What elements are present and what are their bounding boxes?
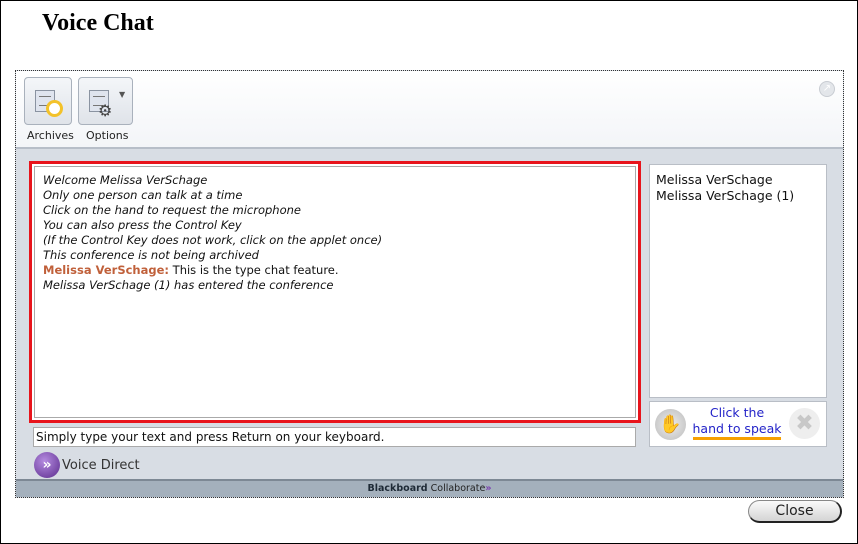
chevron-right-icon: » (34, 452, 60, 478)
voice-direct-button[interactable]: » Voice Direct (34, 452, 140, 478)
toolbar: Archives ⚙ ▼ Options ↗ (16, 71, 843, 149)
lower-hand-button[interactable]: ✖ (789, 408, 820, 439)
message-sender: Melissa VerSchage: (43, 263, 170, 277)
hand-text-line2: hand to speak (692, 421, 782, 440)
close-button[interactable]: Close (748, 500, 842, 523)
chevron-right-icon: » (485, 483, 492, 494)
hand-panel: ✋ Click the hand to speak ✖ (649, 401, 827, 447)
raise-hand-button[interactable]: ✋ (655, 409, 686, 440)
undock-icon[interactable]: ↗ (819, 81, 835, 97)
chat-line: Click on the hand to request the microph… (43, 203, 301, 217)
gear-icon: ⚙ (98, 101, 113, 120)
hand-text-line1: Click the (709, 405, 765, 420)
footer-product: Collaborate (427, 483, 486, 494)
chat-line: Melissa VerSchage (1) has entered the co… (43, 278, 334, 292)
chat-message: Melissa VerSchage: This is the type chat… (43, 263, 627, 278)
options-button[interactable]: ⚙ ▼ (78, 77, 133, 125)
footer-bar: Blackboard Collaborate» (16, 479, 843, 497)
chat-input[interactable] (33, 427, 636, 447)
page-title: Voice Chat (42, 10, 154, 36)
hand-icon: ✋ (659, 414, 682, 435)
chat-line: (If the Control Key does not work, click… (43, 233, 383, 247)
hand-instructions: Click the hand to speak (692, 405, 782, 440)
message-text: This is the type chat feature. (169, 263, 339, 277)
chat-transcript: Welcome Melissa VerSchage Only one perso… (29, 161, 641, 423)
chat-line: Welcome Melissa VerSchage (43, 173, 208, 187)
close-icon: ✖ (795, 411, 814, 436)
chat-line: You can also press the Control Key (43, 218, 242, 232)
voice-chat-applet: Archives ⚙ ▼ Options ↗ Welcome Melissa V… (15, 70, 844, 498)
chevron-down-icon: ▼ (119, 90, 126, 99)
archives-button[interactable] (24, 77, 72, 125)
participant-item[interactable]: Melissa VerSchage (1) (656, 188, 820, 204)
participant-list: Melissa VerSchage Melissa VerSchage (1) (649, 164, 827, 398)
chat-line: This conference is not being archived (43, 248, 259, 262)
chat-line: Only one person can talk at a time (43, 188, 243, 202)
clock-icon (46, 100, 63, 117)
options-label: Options (86, 129, 129, 142)
footer-brand: Blackboard (367, 483, 428, 494)
voice-direct-label: Voice Direct (62, 457, 140, 473)
participant-item[interactable]: Melissa VerSchage (656, 172, 820, 188)
archives-label: Archives (27, 129, 74, 142)
